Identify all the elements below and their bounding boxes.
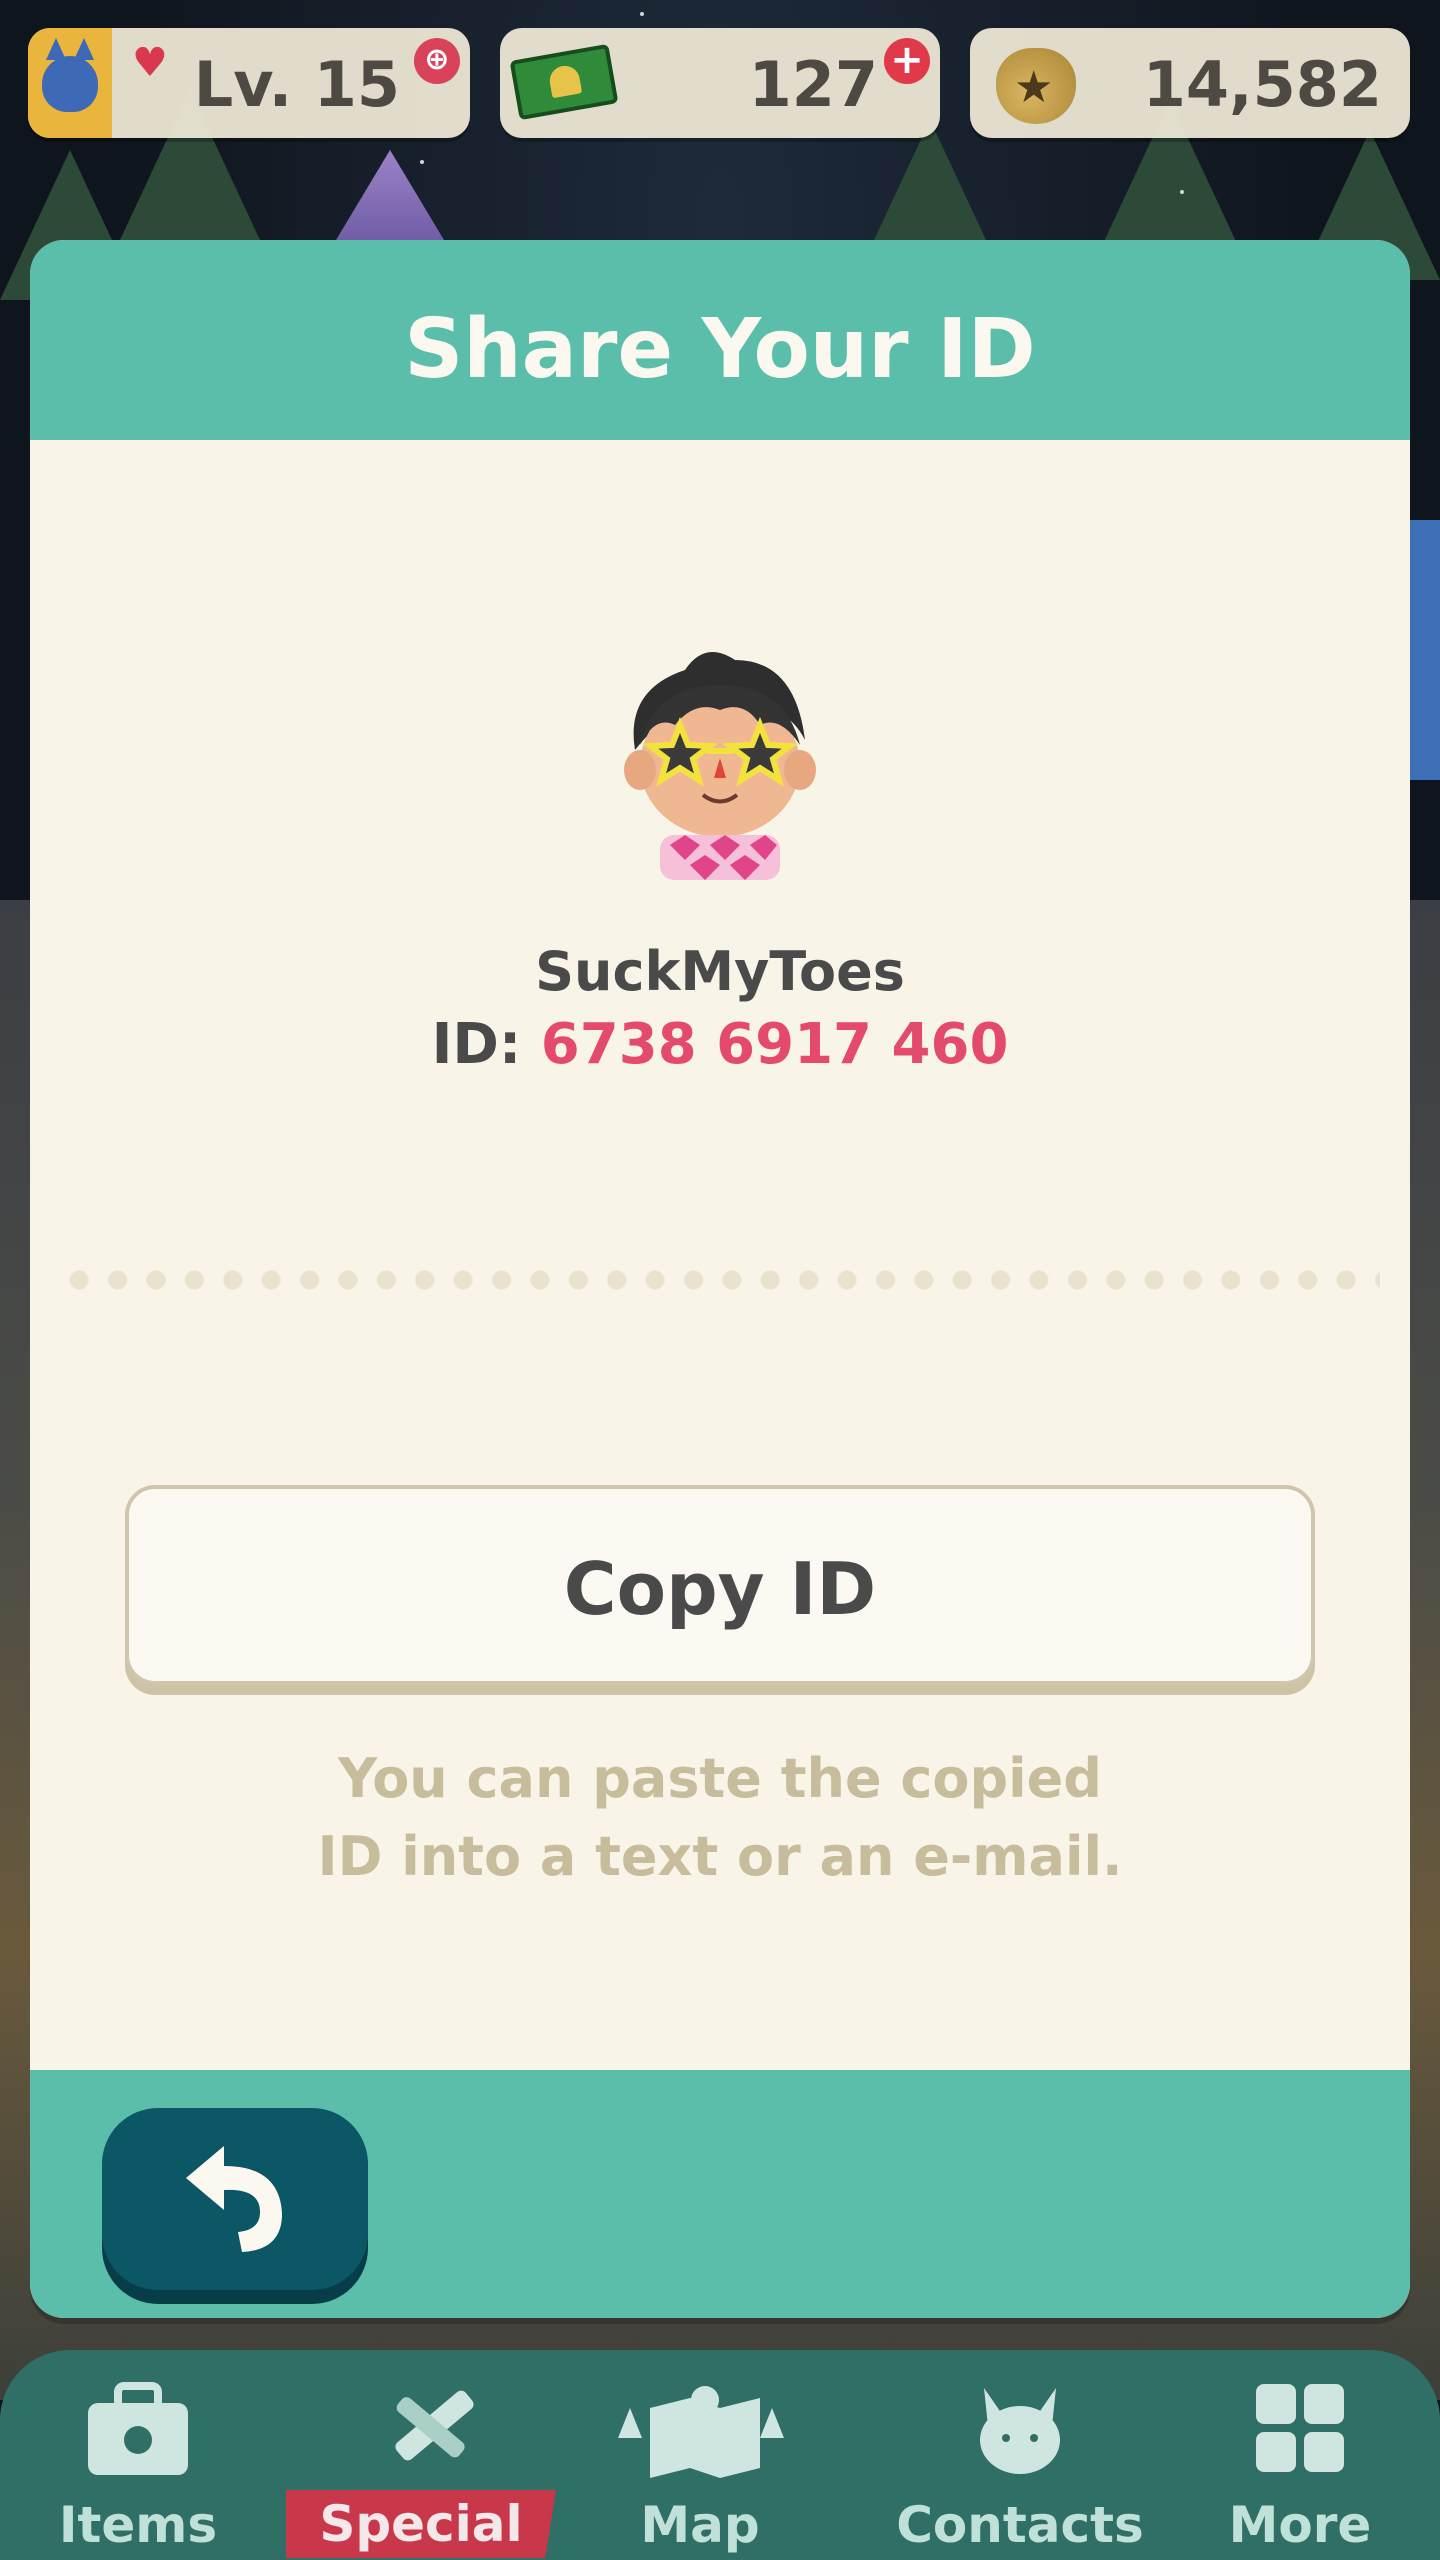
copy-id-button[interactable]: Copy ID: [125, 1485, 1315, 1685]
nav-more[interactable]: More: [1180, 2350, 1420, 2560]
copy-hint: You can paste the copied ID into a text …: [30, 1740, 1410, 1896]
level-label: Lv. 15: [193, 48, 400, 121]
nav-special[interactable]: Special: [286, 2350, 560, 2560]
tent: [330, 150, 450, 250]
player-avatar: [595, 630, 845, 880]
id-prefix: ID:: [431, 1012, 541, 1077]
leaf-tickets-value: 127: [748, 48, 878, 121]
bell-bag-icon: [996, 48, 1076, 124]
bag-icon: [88, 2382, 188, 2475]
back-arrow-icon: [186, 2146, 282, 2252]
copy-id-label: Copy ID: [563, 1547, 877, 1631]
tools-icon: [395, 2390, 474, 2461]
player-name: SuckMyToes: [535, 940, 905, 1003]
star: [640, 12, 644, 16]
dotted-divider: [60, 1270, 1380, 1290]
dialog-header: Share Your ID: [30, 240, 1410, 440]
level-display[interactable]: ♥ Lv. 15 ⊕: [28, 28, 470, 138]
id-number: 6738 6917 460: [540, 1012, 1009, 1077]
nav-items[interactable]: Items: [18, 2350, 258, 2560]
nav-items-label: Items: [58, 2496, 218, 2554]
bells-value: 14,582: [1142, 48, 1382, 121]
grid-icon: [1256, 2384, 1344, 2472]
dialog-footer: [30, 2070, 1410, 2318]
nav-contacts-label: Contacts: [896, 2496, 1144, 2554]
hint-line-1: You can paste the copied: [338, 1747, 1102, 1810]
nav-map[interactable]: Map: [580, 2350, 820, 2560]
back-button[interactable]: [102, 2108, 368, 2290]
background-structure: [1405, 520, 1440, 780]
nav-more-label: More: [1228, 2496, 1372, 2554]
bottom-navigation: Items Special Map Contacts More: [0, 2350, 1440, 2560]
nav-special-label: Special: [286, 2490, 556, 2558]
add-tickets-icon[interactable]: +: [884, 38, 930, 84]
leaf-tickets-display[interactable]: 127 +: [500, 28, 940, 138]
zoom-icon[interactable]: ⊕: [414, 38, 460, 84]
nav-contacts[interactable]: Contacts: [880, 2350, 1160, 2560]
dialog-title: Share Your ID: [404, 302, 1036, 397]
map-icon: [618, 2386, 784, 2478]
cat-face-icon: [980, 2388, 1060, 2474]
leaf-ticket-icon: [509, 43, 619, 121]
nav-map-label: Map: [640, 2496, 760, 2554]
player-id: ID: 6738 6917 460: [30, 1012, 1410, 1077]
share-id-dialog: Share Your ID SuckMyToes ID: 6738 6917 4…: [30, 240, 1410, 2318]
heart-icon: ♥: [132, 40, 168, 86]
star: [1180, 190, 1184, 194]
hint-line-2: ID into a text or an e-mail.: [317, 1825, 1123, 1888]
bells-display: 14,582: [970, 28, 1410, 138]
star: [420, 160, 424, 164]
cat-icon: [28, 28, 112, 138]
